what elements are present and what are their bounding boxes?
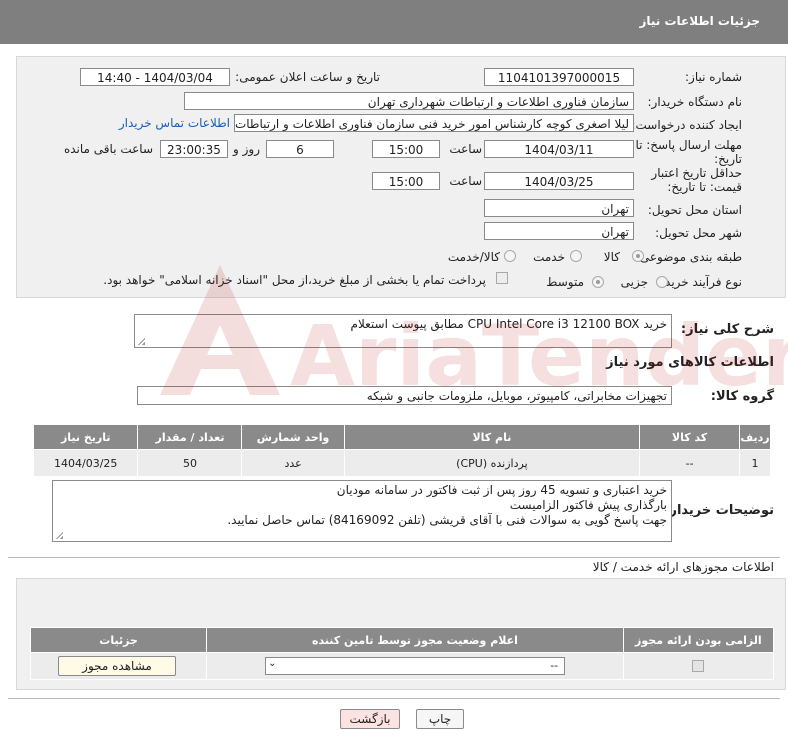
col-goods-name: نام کالا: [343, 424, 641, 450]
days-label: روز و: [233, 142, 260, 156]
price-validity-time-field: 15:00: [372, 172, 440, 190]
process-medium-radio[interactable]: [592, 276, 604, 288]
cell-permit-details: مشاهده مجوز: [29, 652, 208, 680]
resize-grip-icon[interactable]: [137, 337, 145, 345]
buyer-org-field: سازمان فناوری اطلاعات و ارتباطات شهرداری…: [184, 92, 634, 110]
treasury-payment-checkbox[interactable]: [496, 272, 508, 284]
buyer-notes-label: توضیحات خریدار:: [664, 503, 774, 518]
page-header: جزئیات اطلاعات نیاز: [0, 0, 788, 44]
goods-section-title: اطلاعات کالاهای مورد نیاز: [606, 355, 774, 370]
col-permit-required: الزامی بودن ارائه مجوز: [622, 627, 775, 653]
chevron-down-icon: ⌄: [268, 658, 277, 669]
category-goods-label: کالا: [603, 250, 620, 264]
delivery-province-field: تهران: [484, 199, 634, 217]
buyer-contact-link[interactable]: اطلاعات تماس خریدار: [119, 116, 230, 130]
category-service-label: خدمت: [533, 250, 565, 264]
col-permit-status: اعلام وضعیت مجوز توسط تامین کننده: [206, 627, 624, 653]
back-button[interactable]: بازگشت: [340, 709, 400, 729]
permits-table: الزامی بودن ارائه مجوز اعلام وضعیت مجوز …: [29, 627, 775, 680]
delivery-city-field: تهران: [484, 222, 634, 240]
col-row-number: ردیف: [739, 424, 771, 450]
buyer-note-line: بارگذاری پیش فاکتور الزامیست: [509, 498, 667, 512]
cell-need-date: 1404/03/25: [32, 449, 139, 477]
permit-required-checkbox: [691, 660, 704, 672]
price-validity-time-label: ساعت: [449, 174, 482, 188]
col-quantity: تعداد / مقدار: [137, 424, 243, 450]
section-divider: [8, 557, 780, 558]
need-summary-textarea: خرید CPU Intel Core i3 12100 BOX مطابق پ…: [134, 314, 672, 348]
col-unit: واحد شمارش: [241, 424, 345, 450]
view-permit-button[interactable]: مشاهده مجوز: [58, 656, 176, 676]
price-validity-label: حداقل تاریخ اعتبار قیمت: تا تاریخ:: [651, 166, 742, 194]
category-goods-service-radio[interactable]: [504, 250, 516, 262]
need-number-field: 1104101397000015: [484, 68, 634, 86]
permits-section-title: اطلاعات مجوزهای ارائه خدمت / کالا: [592, 560, 774, 574]
buyer-notes-textarea: خرید اعتباری و تسویه 45 روز پس از ثبت فا…: [52, 480, 672, 542]
table-row: 1 -- پردازنده (CPU) عدد 50 1404/03/25: [32, 449, 771, 477]
process-partial-radio[interactable]: [656, 276, 668, 288]
delivery-city-label: شهر محل تحویل:: [655, 226, 742, 240]
cell-permit-status: ⌄ --: [206, 652, 624, 680]
need-number-label: شماره نیاز:: [685, 70, 742, 84]
cell-row-number: 1: [739, 449, 771, 477]
footer-divider: [8, 698, 780, 699]
category-label: طبقه بندی موضوعی:: [635, 250, 742, 264]
col-goods-code: کد کالا: [639, 424, 741, 450]
deadline-time-field: 15:00: [372, 140, 440, 158]
deadline-label: مهلت ارسال پاسخ: تا تاریخ:: [635, 138, 742, 166]
resize-grip-icon[interactable]: [55, 531, 63, 539]
deadline-time-label: ساعت: [449, 142, 482, 156]
cell-goods-code: --: [639, 449, 741, 477]
deadline-date-field: 1404/03/11: [484, 140, 634, 158]
col-need-date: تاریخ نیاز: [32, 424, 139, 450]
buyer-note-line: خرید اعتباری و تسویه 45 روز پس از ثبت فا…: [336, 483, 667, 497]
category-service-radio[interactable]: [570, 250, 582, 262]
category-goods-radio[interactable]: [632, 250, 644, 262]
process-partial-label: جزیی: [620, 275, 648, 289]
print-button[interactable]: چاپ: [416, 709, 464, 729]
remaining-time-label: ساعت باقی مانده: [63, 142, 153, 156]
delivery-province-label: استان محل تحویل:: [647, 203, 742, 217]
goods-table-header: ردیف کد کالا نام کالا واحد شمارش تعداد /…: [32, 424, 771, 450]
purchase-process-label: نوع فرآیند خرید :: [657, 275, 742, 289]
process-medium-label: متوسط: [546, 275, 584, 289]
remaining-time-field: 23:00:35: [160, 140, 228, 158]
remaining-days-field: 6: [266, 140, 334, 158]
need-summary-text: خرید CPU Intel Core i3 12100 BOX مطابق پ…: [350, 317, 667, 331]
buyer-org-label: نام دستگاه خریدار:: [647, 95, 743, 109]
announce-datetime-label: تاریخ و ساعت اعلان عمومی:: [235, 70, 380, 84]
goods-table: ردیف کد کالا نام کالا واحد شمارش تعداد /…: [32, 424, 771, 477]
permit-status-value: --: [550, 659, 559, 672]
permits-table-header: الزامی بودن ارائه مجوز اعلام وضعیت مجوز …: [29, 627, 775, 653]
page-title: جزئیات اطلاعات نیاز: [639, 14, 760, 28]
creator-field: لیلا اصغری کوچه کارشناس امور خرید فنی سا…: [234, 114, 634, 132]
col-permit-details: جزئیات: [29, 627, 208, 653]
cell-unit: عدد: [241, 449, 345, 477]
buyer-note-line: جهت پاسخ گویی به سوالات فنی با آقای قریش…: [227, 513, 667, 527]
cell-permit-required: [622, 652, 775, 680]
cell-goods-name: پردازنده (CPU): [343, 449, 641, 477]
goods-group-label: گروه کالا:: [710, 389, 774, 404]
category-goods-service-label: کالا/خدمت: [447, 250, 500, 264]
announce-datetime-field: 1404/03/04 - 14:40: [80, 68, 230, 86]
price-validity-date-field: 1404/03/25: [484, 172, 634, 190]
permit-status-select[interactable]: ⌄ --: [265, 657, 566, 675]
table-row: ⌄ -- مشاهده مجوز: [29, 652, 775, 680]
creator-label: ایجاد کننده درخواست:: [631, 118, 742, 132]
need-summary-label: شرح کلی نیاز:: [680, 322, 774, 337]
cell-quantity: 50: [137, 449, 243, 477]
treasury-payment-note: پرداخت تمام یا بخشی از مبلغ خرید،از محل …: [103, 273, 486, 287]
goods-group-field: تجهیزات مخابراتی، کامپیوتر، موبایل، ملزو…: [137, 386, 672, 405]
